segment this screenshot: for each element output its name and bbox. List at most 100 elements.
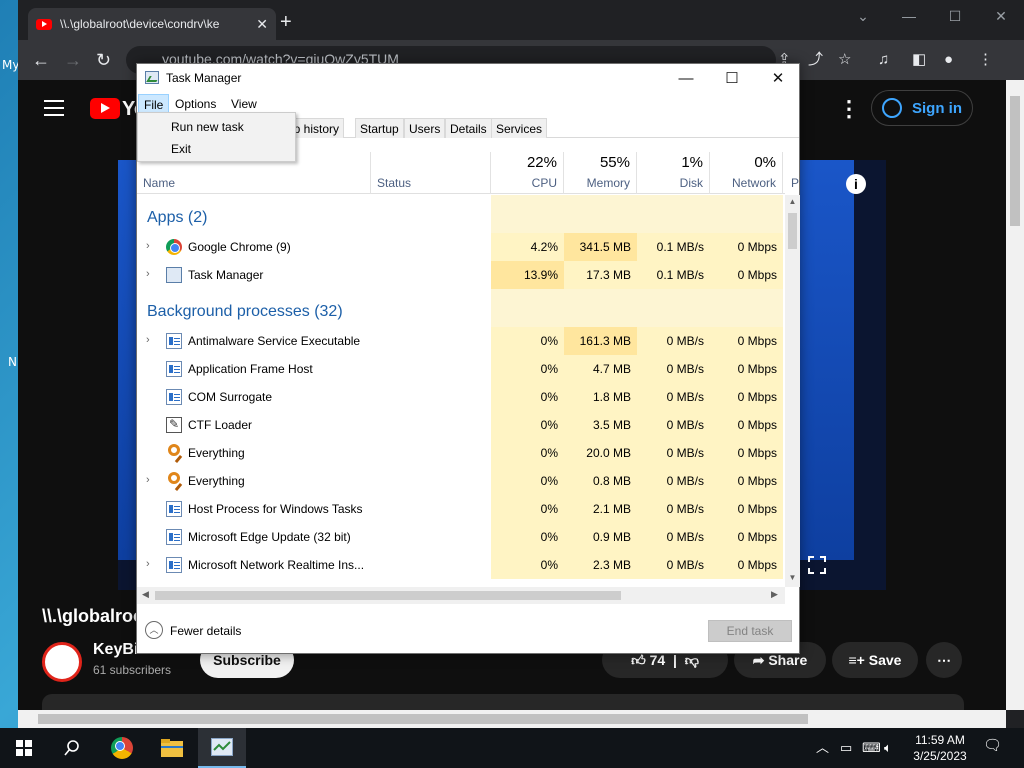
- scroll-thumb[interactable]: [38, 714, 808, 724]
- shield-icon[interactable]: ⤴: [808, 51, 823, 69]
- desktop-icon-label[interactable]: My: [2, 58, 19, 72]
- task-manager-icon: [211, 738, 233, 756]
- bookmark-star-icon[interactable]: ☆: [838, 51, 851, 69]
- menu-options[interactable]: Options: [170, 94, 221, 114]
- tab-services[interactable]: Services: [491, 118, 548, 138]
- heat-cell: [564, 289, 637, 327]
- save-button[interactable]: ≡+ Save: [832, 642, 918, 678]
- expand-chevron-icon[interactable]: ›: [146, 474, 150, 486]
- network-icon[interactable]: ⌨: [862, 740, 881, 756]
- scroll-thumb[interactable]: [155, 591, 621, 600]
- show-hidden-icons-icon[interactable]: ︿: [816, 740, 829, 756]
- close-tab-icon[interactable]: ✕: [256, 16, 268, 33]
- heat-cell: [710, 289, 783, 327]
- table-row[interactable]: › Microsoft Network Realtime Ins... 0% 2…: [137, 551, 785, 579]
- desktop-icon-label[interactable]: N: [8, 355, 17, 369]
- end-task-button[interactable]: End task: [708, 620, 792, 642]
- collapse-chevron-icon[interactable]: ︿: [145, 621, 163, 639]
- scroll-left-icon[interactable]: ◀: [142, 589, 149, 600]
- column-status[interactable]: Status: [371, 152, 491, 194]
- volume-icon[interactable]: 🔈︎: [884, 740, 892, 756]
- browser-tab[interactable]: \\.\globalroot\device\condrv\ke ✕: [28, 8, 276, 40]
- new-tab-button[interactable]: +: [280, 12, 292, 32]
- table-row[interactable]: Microsoft Edge Update (32 bit) 0% 0.9 MB…: [137, 523, 785, 551]
- table-row[interactable]: › Antimalware Service Executable 0% 161.…: [137, 327, 785, 355]
- tab-users[interactable]: Users: [404, 118, 446, 138]
- fullscreen-icon[interactable]: [808, 556, 826, 574]
- table-row[interactable]: › Google Chrome (9) 4.2% 341.5 MB 0.1 MB…: [137, 233, 785, 261]
- menu-item-exit[interactable]: Exit: [138, 138, 295, 160]
- chrome-menu-icon[interactable]: ⋮: [978, 51, 993, 69]
- table-row[interactable]: COM Surrogate 0% 1.8 MB 0 MB/s 0 Mbps: [137, 383, 785, 411]
- fewer-details-link[interactable]: Fewer details: [170, 624, 241, 638]
- scroll-thumb[interactable]: [1010, 96, 1020, 226]
- taskbar-chrome[interactable]: [98, 728, 146, 768]
- system-clock[interactable]: 11:59 AM 3/25/2023: [905, 732, 975, 764]
- youtube-logo-icon[interactable]: [90, 98, 120, 119]
- menu-file[interactable]: File: [138, 94, 170, 114]
- maximize-button[interactable]: ☐: [932, 0, 978, 32]
- column-network[interactable]: 0% Network: [710, 152, 783, 194]
- menu-item-run-new-task[interactable]: Run new task: [138, 116, 295, 138]
- close-button[interactable]: ✕: [978, 0, 1024, 32]
- settings-kebab-icon[interactable]: ⋮: [838, 96, 860, 122]
- tab-search-icon[interactable]: ⌄: [840, 0, 886, 32]
- close-button[interactable]: ✕: [755, 64, 801, 92]
- search-button[interactable]: [48, 728, 96, 768]
- info-icon[interactable]: i: [846, 174, 866, 194]
- page-vertical-scrollbar[interactable]: [1006, 80, 1024, 710]
- expand-chevron-icon[interactable]: ›: [146, 268, 150, 280]
- column-cpu[interactable]: 22% CPU: [491, 152, 564, 194]
- battery-icon[interactable]: ▭: [840, 740, 852, 756]
- minimize-button[interactable]: —: [663, 64, 709, 92]
- heat-cell: [491, 289, 564, 327]
- scroll-right-icon[interactable]: ▶: [771, 589, 778, 600]
- more-actions-button[interactable]: ⋯: [926, 642, 962, 678]
- start-button[interactable]: [0, 728, 48, 768]
- scroll-down-icon[interactable]: ▼: [785, 573, 800, 587]
- tab-startup[interactable]: Startup: [355, 118, 404, 138]
- table-row[interactable]: › Everything 0% 0.8 MB 0 MB/s 0 Mbps: [137, 467, 785, 495]
- list-horizontal-scrollbar[interactable]: ◀ ▶: [137, 587, 785, 604]
- column-memory[interactable]: 55% Memory: [564, 152, 637, 194]
- reload-icon[interactable]: ↻: [96, 50, 111, 70]
- table-row[interactable]: › Task Manager 13.9% 17.3 MB 0.1 MB/s 0 …: [137, 261, 785, 289]
- group-header-apps[interactable]: Apps (2): [137, 195, 785, 233]
- list-vertical-scrollbar[interactable]: ▲ ▼: [785, 195, 800, 587]
- taskbar-file-explorer[interactable]: [148, 728, 196, 768]
- page-horizontal-scrollbar[interactable]: [18, 710, 1006, 728]
- account-icon: [882, 98, 902, 118]
- back-icon[interactable]: ←: [32, 50, 50, 70]
- expand-chevron-icon[interactable]: ›: [146, 334, 150, 346]
- scroll-thumb[interactable]: [788, 213, 797, 249]
- file-menu-dropdown: Run new task Exit: [137, 112, 296, 162]
- process-name: Task Manager: [188, 268, 264, 282]
- maximize-button[interactable]: ☐: [709, 64, 755, 92]
- taskbar-task-manager[interactable]: [198, 728, 246, 768]
- profile-icon[interactable]: ●: [944, 51, 953, 69]
- table-row[interactable]: Host Process for Windows Tasks 0% 2.1 MB…: [137, 495, 785, 523]
- channel-avatar[interactable]: [42, 642, 82, 682]
- side-panel-icon[interactable]: ◧: [912, 51, 926, 69]
- table-row[interactable]: Application Frame Host 0% 4.7 MB 0 MB/s …: [137, 355, 785, 383]
- scroll-up-icon[interactable]: ▲: [785, 197, 800, 211]
- table-row[interactable]: CTF Loader 0% 3.5 MB 0 MB/s 0 Mbps: [137, 411, 785, 439]
- thumbs-down-icon: 👎︎: [684, 651, 699, 668]
- sign-in-button[interactable]: Sign in: [871, 90, 973, 126]
- forward-icon[interactable]: →: [64, 50, 82, 70]
- title-bar[interactable]: Task Manager — ☐ ✕: [137, 64, 799, 92]
- menu-view[interactable]: View: [226, 94, 262, 114]
- expand-chevron-icon[interactable]: ›: [146, 240, 150, 252]
- notification-icon[interactable]: 🗨︎: [983, 738, 1002, 754]
- media-icon[interactable]: ♫: [878, 51, 889, 69]
- column-power[interactable]: P: [783, 152, 799, 194]
- table-row[interactable]: Everything 0% 20.0 MB 0 MB/s 0 Mbps: [137, 439, 785, 467]
- hamburger-menu-icon[interactable]: [44, 100, 64, 121]
- group-header-background[interactable]: Background processes (32): [137, 289, 785, 327]
- process-name: Host Process for Windows Tasks: [188, 502, 363, 516]
- tab-details[interactable]: Details: [445, 118, 492, 138]
- expand-chevron-icon[interactable]: ›: [146, 558, 150, 570]
- minimize-button[interactable]: —: [886, 0, 932, 32]
- save-label: Save: [868, 652, 902, 668]
- column-disk[interactable]: 1% Disk: [637, 152, 710, 194]
